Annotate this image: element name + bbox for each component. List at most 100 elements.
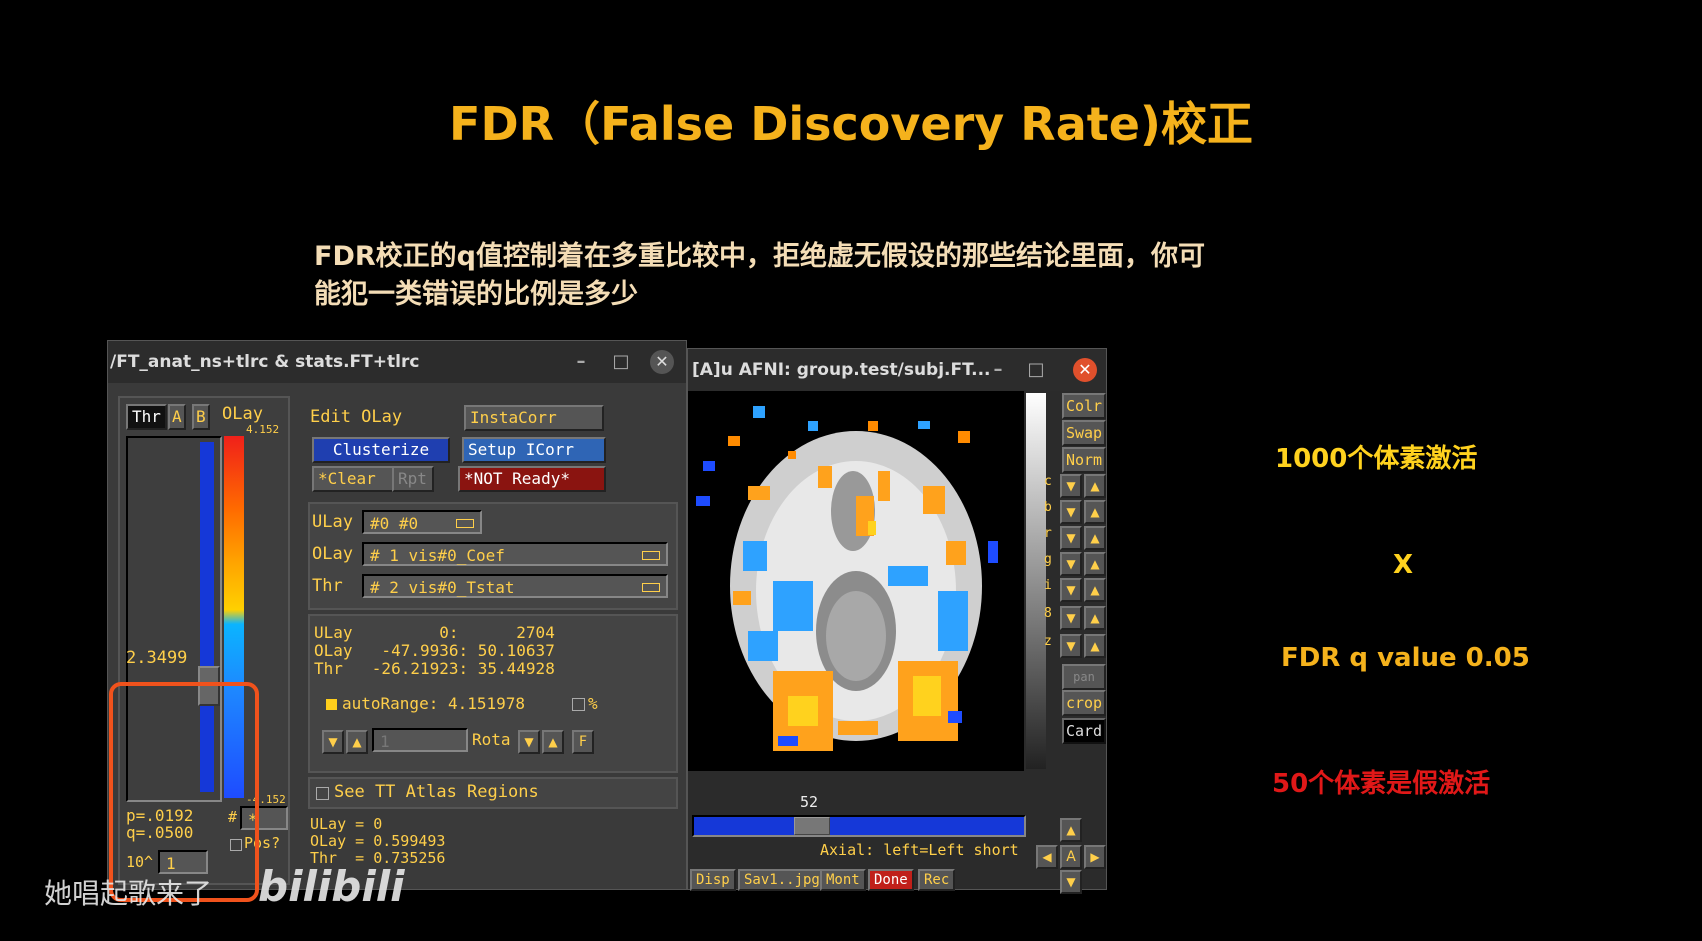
pan-button[interactable]: pan [1062,664,1106,690]
rota-input[interactable]: 1 [372,728,468,752]
percent-checkbox[interactable] [572,698,585,711]
down-icon[interactable]: ▼ [1060,578,1082,602]
side-letter-g: g [1044,552,1052,567]
window-title: /FT_anat_ns+tlrc & stats.FT+tlrc [110,352,420,372]
rota-input-value: 1 [380,732,390,751]
right-icon[interactable]: ▶ [1084,845,1106,869]
up-icon[interactable]: ▲ [1084,474,1106,498]
tab-b[interactable]: B [192,404,210,430]
olay-label: OLay [222,404,263,424]
see-tt-label: See TT Atlas Regions [334,782,539,802]
up-icon[interactable]: ▲ [1060,818,1082,842]
window-titlebar: /FT_anat_ns+tlrc & stats.FT+tlrc – □ ✕ [108,341,686,383]
minimize-icon[interactable]: – [985,349,1011,391]
crop-button[interactable]: crop [1062,690,1106,716]
percent-label: % [588,694,598,713]
up-icon[interactable]: ▲ [1084,500,1106,524]
highlight-box [109,682,259,902]
down-icon[interactable]: ▼ [1060,526,1082,550]
norm-button[interactable]: Norm [1062,447,1106,473]
colorbar-max: 4.152 [246,423,280,436]
dropdown-icon [642,551,660,560]
autorange-checkbox[interactable] [326,699,337,710]
minimize-icon[interactable]: – [568,341,594,383]
side-letter-c: c [1044,474,1052,489]
false-active-text: 50个体素是假激活 [1272,769,1491,799]
image-window-title: [A]u AFNI: group.test/subj.FT... [692,360,991,380]
up-icon[interactable]: ▲ [1084,526,1106,550]
range-info-panel: ULay 0: 2704 OLay -47.9936: 50.10637 Thr… [308,614,678,773]
colr-button[interactable]: Colr [1062,393,1106,419]
slice-slider-handle[interactable] [794,817,830,835]
left-icon[interactable]: ◀ [1036,845,1058,869]
flip-button[interactable]: F [572,730,594,754]
rec-button[interactable]: Rec [918,869,956,891]
instacorr-label: InstaCorr [470,408,557,427]
rota-up-icon[interactable]: ▲ [542,730,564,754]
clusterize-button[interactable]: Clusterize [312,437,450,463]
clear-button[interactable]: *Clear [312,466,394,492]
thr-value: # 2 vis#0_Tstat [370,578,515,597]
up-icon[interactable]: ▲ [1084,552,1106,576]
rota-down-icon[interactable]: ▼ [518,730,540,754]
up-icon[interactable]: ▲ [1084,606,1106,630]
down-icon[interactable]: ▼ [1060,870,1082,894]
disp-button[interactable]: Disp [690,869,736,891]
olay-value: # 1 vis#0_Coef [370,546,505,565]
tab-thr[interactable]: Thr [126,404,167,430]
info-thr: Thr -26.21923: 35.44928 [314,659,555,678]
maximize-icon[interactable]: □ [1023,349,1049,391]
olay-select[interactable]: # 1 vis#0_Coef [362,542,668,566]
maximize-icon[interactable]: □ [608,341,634,383]
edit-olay-label[interactable]: Edit OLay [310,407,402,427]
side-letter-i: i [1044,578,1052,593]
thr-select-label: Thr [312,576,343,596]
slice-number: 52 [800,793,819,811]
arrow-up-icon[interactable]: ▲ [346,730,368,754]
close-icon[interactable]: ✕ [650,350,674,374]
side-letter-8: 8 [1044,606,1052,621]
fdr-q-value-text: FDR q value 0.05 [1281,643,1530,673]
ulay-value: #0 #0 [370,514,419,533]
down-icon[interactable]: ▼ [1060,552,1082,576]
thr-select[interactable]: # 2 vis#0_Tstat [362,574,668,598]
description-line-2: 能犯一类错误的比例是多少 [314,279,638,310]
times-symbol: X [1393,550,1414,580]
atlas-panel: See TT Atlas Regions [308,777,678,809]
mont-button[interactable]: Mont [820,869,866,891]
side-letter-r: r [1044,526,1052,541]
slice-slider[interactable] [692,815,1026,837]
arrow-down-icon[interactable]: ▼ [322,730,344,754]
up-icon[interactable]: ▲ [1084,578,1106,602]
down-icon[interactable]: ▼ [1060,634,1082,658]
setup-icorr-button[interactable]: Setup ICorr [462,437,606,463]
card-button[interactable]: Card [1062,718,1106,744]
instacorr-button[interactable]: InstaCorr [464,405,604,431]
up-icon[interactable]: ▲ [1084,634,1106,658]
down-icon[interactable]: ▼ [1060,606,1082,630]
side-letter-b: b [1044,500,1052,515]
autorange-label: autoRange: 4.151978 [342,694,526,713]
dropdown-icon [642,583,660,592]
not-ready-button[interactable]: *NOT Ready* [458,466,606,492]
slide-description: FDR校正的q值控制着在多重比较中，拒绝虚无假设的那些结论里面，你可 能犯一类错… [314,238,1414,314]
bilibili-logo: bilibili [258,862,405,911]
save-button[interactable]: Sav1..jpg [738,869,826,891]
swap-button[interactable]: Swap [1062,420,1106,446]
ulay-select[interactable]: #0 #0 [362,510,482,534]
down-icon[interactable]: ▼ [1060,474,1082,498]
done-button[interactable]: Done [868,869,914,891]
ulay-label: ULay [312,512,353,532]
a-button[interactable]: A [1060,845,1082,869]
down-icon[interactable]: ▼ [1060,500,1082,524]
dropdown-icon [456,519,474,528]
rpt-button[interactable]: Rpt [392,466,434,492]
val-ulay: ULay = 0 [310,815,383,833]
description-line-1: FDR校正的q值控制着在多重比较中，拒绝虚无假设的那些结论里面，你可 [314,241,1205,272]
close-icon[interactable]: ✕ [1073,358,1097,382]
tab-a[interactable]: A [168,404,186,430]
brain-image[interactable] [688,391,1024,771]
slide-title: FDR（False Discovery Rate)校正 [449,97,1253,151]
see-tt-checkbox[interactable] [316,787,329,800]
watermark-text: 她唱起歌来了 [44,877,213,910]
